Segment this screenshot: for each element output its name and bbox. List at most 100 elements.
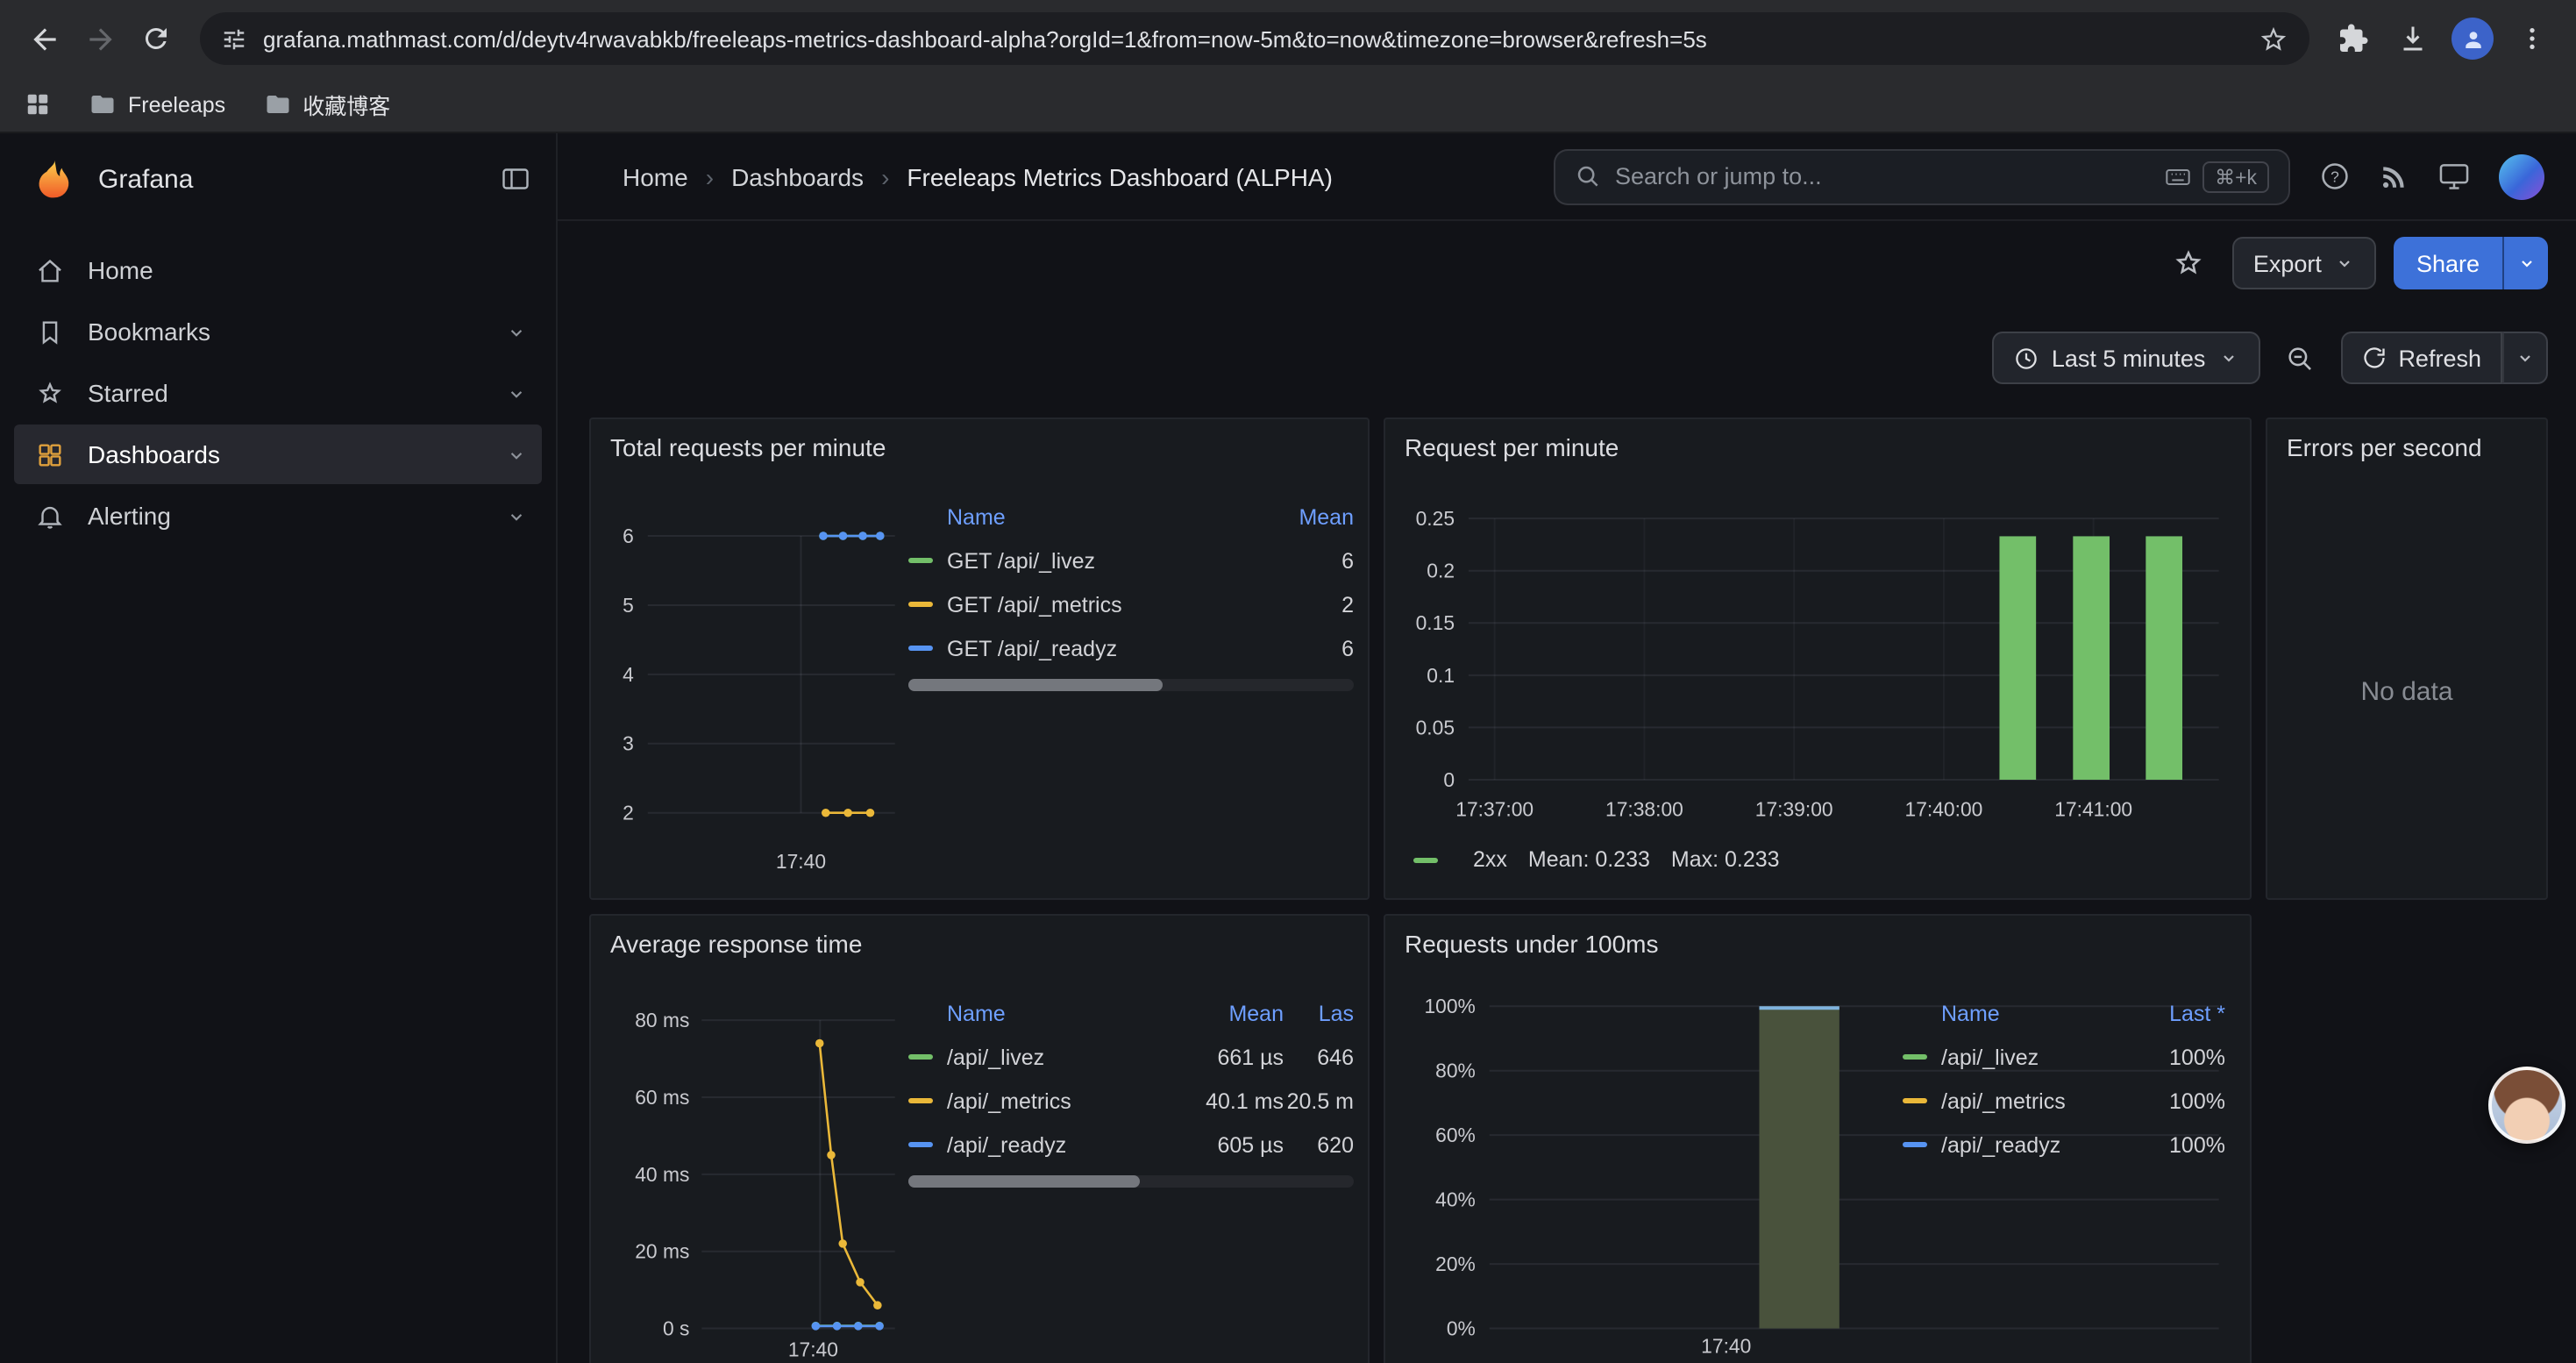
legend-scrollbar[interactable] bbox=[908, 679, 1354, 691]
svg-text:20%: 20% bbox=[1435, 1252, 1476, 1275]
legend-col-header[interactable]: Name bbox=[908, 504, 1273, 529]
chevron-down-icon[interactable] bbox=[505, 504, 528, 527]
series-name[interactable]: GET /api/_livez bbox=[947, 548, 1273, 573]
legend-table: NameLast */api/_livez100%/api/_metrics10… bbox=[1903, 991, 2225, 1167]
series-name[interactable]: GET /api/_readyz bbox=[947, 636, 1273, 660]
favorite-star-icon[interactable] bbox=[2162, 237, 2215, 289]
series-mean: Mean: 0.233 bbox=[1528, 847, 1650, 872]
panel-request-per-minute: 0.250.20.150.10.05017:37:0017:38:0017:39… bbox=[1384, 417, 2252, 900]
legend-col-header[interactable]: Name bbox=[908, 1001, 1182, 1025]
url-text: grafana.mathmast.com/d/deytv4rwavabkb/fr… bbox=[263, 25, 2243, 52]
site-info-icon[interactable] bbox=[221, 25, 247, 52]
extensions-icon[interactable] bbox=[2327, 12, 2380, 65]
svg-text:40%: 40% bbox=[1435, 1188, 1476, 1211]
dashboard-actions: Export Share bbox=[558, 232, 2576, 295]
browser-menu-icon[interactable] bbox=[2506, 12, 2558, 65]
reload-icon[interactable] bbox=[130, 12, 182, 65]
series-name[interactable]: /api/_metrics bbox=[1941, 1088, 2141, 1113]
panel-title[interactable]: Average response time bbox=[610, 930, 862, 958]
rss-icon[interactable] bbox=[2380, 161, 2409, 191]
back-icon[interactable] bbox=[18, 12, 70, 65]
legend-col-header[interactable]: Name bbox=[1903, 1001, 2141, 1025]
svg-text:0.15: 0.15 bbox=[1416, 611, 1455, 634]
series-color-chip bbox=[908, 1098, 933, 1103]
legend-col-header[interactable]: Mean bbox=[1182, 1001, 1284, 1025]
grafana-logo[interactable] bbox=[32, 156, 77, 202]
series-name[interactable]: 2xx bbox=[1473, 847, 1507, 872]
time-controls: Last 5 minutes Refresh bbox=[558, 326, 2576, 389]
legend-scrollbar[interactable] bbox=[908, 1175, 1354, 1188]
bell-icon bbox=[35, 501, 65, 531]
series-name[interactable]: /api/_livez bbox=[947, 1045, 1182, 1069]
url-bar[interactable]: grafana.mathmast.com/d/deytv4rwavabkb/fr… bbox=[200, 12, 2309, 65]
forward-icon[interactable] bbox=[74, 12, 126, 65]
chevron-down-icon bbox=[2334, 253, 2355, 274]
legend-row: GET /api/_livez6 bbox=[908, 539, 1354, 582]
legend-table: NameMeanGET /api/_livez6GET /api/_metric… bbox=[908, 495, 1354, 670]
panel-title[interactable]: Total requests per minute bbox=[610, 433, 886, 461]
share-button[interactable]: Share bbox=[2394, 237, 2502, 289]
series-value: 605 µs bbox=[1182, 1132, 1284, 1157]
svg-text:17:40: 17:40 bbox=[1701, 1334, 1751, 1357]
share-menu-button[interactable] bbox=[2502, 237, 2548, 289]
sidebar-item-starred[interactable]: Starred bbox=[14, 363, 542, 423]
apps-grid-icon[interactable] bbox=[25, 91, 51, 118]
bookmark-folder-freeleaps[interactable]: Freeleaps bbox=[89, 91, 225, 118]
breadcrumb-dashboards[interactable]: Dashboards bbox=[731, 162, 864, 190]
series-name[interactable]: /api/_readyz bbox=[947, 1132, 1182, 1157]
svg-text:0.25: 0.25 bbox=[1416, 507, 1455, 530]
svg-text:0%: 0% bbox=[1447, 1317, 1476, 1339]
profile-avatar[interactable] bbox=[2451, 18, 2494, 60]
svg-text:?: ? bbox=[2330, 168, 2339, 185]
sidebar-item-label: Home bbox=[88, 256, 153, 284]
panel-average-response-time: 80 ms60 ms40 ms20 ms0 s17:40 Average res… bbox=[589, 914, 1370, 1363]
scrollbar-thumb[interactable] bbox=[908, 679, 1163, 691]
chevron-down-icon[interactable] bbox=[505, 320, 528, 343]
panel-title[interactable]: Errors per second bbox=[2287, 433, 2482, 461]
series-value: 6 bbox=[1273, 636, 1354, 660]
panel-title[interactable]: Request per minute bbox=[1405, 433, 1619, 461]
series-value: 620 bbox=[1284, 1132, 1354, 1157]
sidebar-item-home[interactable]: Home bbox=[14, 240, 542, 300]
sidebar-item-bookmarks[interactable]: Bookmarks bbox=[14, 302, 542, 361]
chevron-down-icon[interactable] bbox=[505, 382, 528, 404]
legend-row: /api/_livez100% bbox=[1903, 1035, 2225, 1079]
monitor-icon[interactable] bbox=[2437, 160, 2471, 193]
grafana-header: Home › Dashboards › Freeleaps Metrics Da… bbox=[558, 133, 2576, 221]
svg-text:60 ms: 60 ms bbox=[635, 1086, 689, 1109]
legend-col-header[interactable]: Mean bbox=[1273, 504, 1354, 529]
svg-text:3: 3 bbox=[623, 732, 634, 755]
breadcrumb-home[interactable]: Home bbox=[623, 162, 688, 190]
sidebar-item-dashboards[interactable]: Dashboards bbox=[14, 425, 542, 484]
keyboard-icon bbox=[2164, 162, 2192, 190]
panel-requests-under-100ms: 100%80%60%40%20%0%17:40 Requests under 1… bbox=[1384, 914, 2252, 1363]
search-input[interactable]: Search or jump to... ⌘+k bbox=[1554, 148, 2290, 204]
sidebar-item-alerting[interactable]: Alerting bbox=[14, 486, 542, 546]
series-color-chip bbox=[1413, 857, 1438, 862]
folder-icon bbox=[264, 91, 290, 118]
legend-col-header[interactable]: Las bbox=[1284, 1001, 1354, 1025]
refresh-button[interactable]: Refresh bbox=[2340, 332, 2502, 384]
chevron-down-icon bbox=[2217, 347, 2238, 368]
help-icon[interactable]: ? bbox=[2318, 160, 2352, 193]
sidebar-item-label: Bookmarks bbox=[88, 318, 210, 346]
series-name[interactable]: /api/_readyz bbox=[1941, 1132, 2141, 1157]
panel-title[interactable]: Requests under 100ms bbox=[1405, 930, 1659, 958]
time-range-picker[interactable]: Last 5 minutes bbox=[1992, 332, 2260, 384]
series-name[interactable]: GET /api/_metrics bbox=[947, 592, 1273, 617]
user-avatar[interactable] bbox=[2499, 153, 2544, 199]
legend-col-header[interactable]: Last * bbox=[2141, 1001, 2225, 1025]
scrollbar-thumb[interactable] bbox=[908, 1175, 1140, 1188]
series-color-chip bbox=[908, 1054, 933, 1060]
refresh-interval-button[interactable] bbox=[2502, 332, 2548, 384]
assistant-avatar[interactable] bbox=[2488, 1067, 2565, 1144]
series-name[interactable]: /api/_livez bbox=[1941, 1045, 2141, 1069]
download-icon[interactable] bbox=[2387, 12, 2439, 65]
chevron-down-icon[interactable] bbox=[505, 443, 528, 466]
bookmark-star-icon[interactable] bbox=[2259, 24, 2288, 54]
dock-menu-icon[interactable] bbox=[500, 163, 531, 195]
bookmark-folder-blogs[interactable]: 收藏博客 bbox=[264, 88, 390, 121]
export-button[interactable]: Export bbox=[2232, 237, 2376, 289]
zoom-out-icon[interactable] bbox=[2274, 332, 2326, 384]
series-name[interactable]: /api/_metrics bbox=[947, 1088, 1182, 1113]
